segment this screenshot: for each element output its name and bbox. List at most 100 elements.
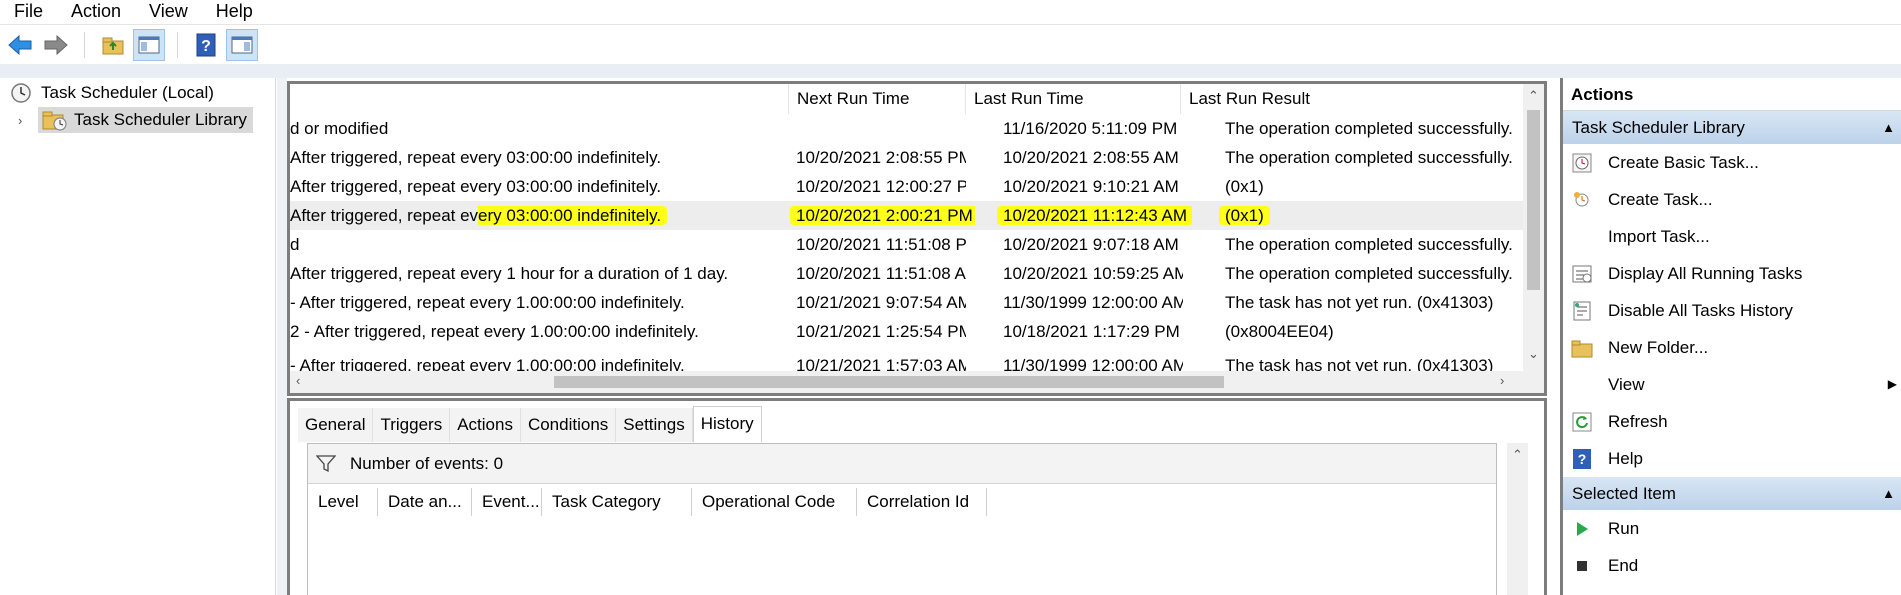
result-cell: (0x1) — [1225, 177, 1264, 196]
forward-arrow-icon — [44, 34, 68, 56]
column-header-event[interactable]: Event... — [472, 488, 542, 516]
tree-node-library[interactable]: › Task Scheduler Library — [18, 107, 253, 133]
run-icon — [1571, 518, 1593, 540]
menu-view[interactable]: View — [135, 0, 202, 25]
collapse-icon[interactable]: ▲ — [1882, 111, 1895, 144]
history-panel: Number of events: 0 Level Date an... Eve… — [307, 443, 1497, 595]
column-header-last-run[interactable]: Last Run Time — [965, 84, 1180, 114]
details-vertical-scrollbar[interactable]: ⌃ — [1507, 443, 1528, 595]
toolbar-band — [0, 64, 1901, 78]
task-row[interactable]: After triggered, repeat every 1 hour for… — [290, 259, 1523, 288]
scroll-down-icon[interactable]: ⌄ — [1528, 346, 1539, 362]
column-header-operational-code[interactable]: Operational Code — [692, 488, 857, 516]
history-icon — [1571, 300, 1593, 322]
action-display-running-tasks[interactable]: Display All Running Tasks — [1563, 255, 1901, 292]
last-run-cell: 11/30/1999 12:00:00 AM — [1003, 356, 1183, 371]
action-run[interactable]: Run — [1563, 510, 1901, 547]
column-header-date[interactable]: Date an... — [378, 488, 472, 516]
chevron-right-icon[interactable]: › — [18, 113, 38, 128]
vertical-scrollbar[interactable]: ⌃ ⌄ — [1523, 84, 1544, 371]
task-row[interactable]: After triggered, repeat every 03:00:00 i… — [290, 143, 1523, 172]
tree-root-label: Task Scheduler (Local) — [41, 83, 214, 102]
column-header-level[interactable]: Level — [308, 488, 378, 516]
trigger-cell: - After triggered, repeat every 1.00:00:… — [290, 356, 685, 371]
actions-group-selected-item[interactable]: Selected Item ▲ — [1563, 477, 1901, 510]
pane-splitter[interactable] — [277, 78, 287, 595]
action-create-task[interactable]: Create Task... — [1563, 181, 1901, 218]
action-label: View — [1608, 374, 1645, 394]
task-list-header: Next Run Time Last Run Time Last Run Res… — [290, 84, 1523, 114]
svg-text:?: ? — [1578, 451, 1587, 467]
tab-general[interactable]: General — [298, 408, 374, 442]
task-row-partial[interactable]: - After triggered, repeat every 1.00:00:… — [290, 346, 1523, 371]
last-run-cell: 11/16/2020 5:11:09 PM — [1003, 119, 1178, 138]
tab-settings[interactable]: Settings — [616, 408, 693, 442]
trigger-cell: After triggered, repeat every 03:00:00 i… — [290, 201, 785, 230]
back-button[interactable] — [4, 29, 36, 61]
details-tabs: General Triggers Actions Conditions Sett… — [298, 406, 762, 442]
horizontal-scroll-thumb[interactable] — [554, 376, 1224, 388]
menu-help[interactable]: Help — [202, 0, 267, 25]
show-hide-action-pane-icon — [231, 36, 253, 54]
column-header-triggers[interactable] — [290, 84, 788, 114]
show-hide-action-pane-button[interactable] — [226, 29, 258, 61]
trigger-cell: - After triggered, repeat every 1.00:00:… — [290, 293, 685, 312]
up-one-level-button[interactable] — [97, 29, 129, 61]
refresh-icon — [1571, 411, 1593, 433]
column-header-task-category[interactable]: Task Category — [542, 488, 692, 516]
action-view[interactable]: View ▶ — [1563, 366, 1901, 403]
last-run-cell: 10/20/2021 10:59:25 AM — [1003, 264, 1183, 283]
forward-button[interactable] — [40, 29, 72, 61]
tab-actions[interactable]: Actions — [450, 408, 521, 442]
tab-history[interactable]: History — [692, 406, 762, 442]
result-cell: (0x1) — [1219, 201, 1523, 230]
help-icon: ? — [196, 33, 216, 57]
action-end[interactable]: End — [1563, 547, 1901, 584]
action-new-folder[interactable]: New Folder... — [1563, 329, 1901, 366]
toolbar: ? — [0, 26, 1901, 64]
show-hide-console-tree-button[interactable] — [133, 29, 165, 61]
action-label: Display All Running Tasks — [1608, 263, 1803, 283]
scroll-up-icon[interactable]: ⌃ — [1512, 447, 1523, 463]
menu-file[interactable]: File — [0, 0, 57, 25]
task-row[interactable]: d 10/20/2021 11:51:08 PM 10/20/2021 9:07… — [290, 230, 1523, 259]
result-cell: (0x8004EE04) — [1225, 322, 1334, 341]
tab-conditions[interactable]: Conditions — [520, 408, 617, 442]
tree-node-root[interactable]: Task Scheduler (Local) — [10, 80, 214, 106]
result-cell: The operation completed successfully. — [1225, 148, 1513, 167]
actions-group-library[interactable]: Task Scheduler Library ▲ — [1563, 111, 1901, 144]
column-header-next-run[interactable]: Next Run Time — [788, 84, 965, 114]
trigger-cell: After triggered, repeat every 1 hour for… — [290, 264, 729, 283]
scroll-up-icon[interactable]: ⌃ — [1528, 88, 1539, 104]
show-hide-console-tree-icon — [138, 36, 160, 54]
action-help[interactable]: ? Help — [1563, 440, 1901, 477]
action-refresh[interactable]: Refresh — [1563, 403, 1901, 440]
next-run-cell — [796, 114, 966, 143]
result-cell: The task has not yet run. (0x41303) — [1225, 356, 1494, 371]
scroll-left-icon[interactable]: ‹ — [296, 373, 300, 388]
filter-icon[interactable] — [316, 454, 336, 473]
collapse-icon[interactable]: ▲ — [1882, 477, 1895, 510]
folder-up-icon — [102, 37, 124, 55]
highlighted-next-run: 10/20/2021 2:00:21 PM — [790, 206, 975, 225]
action-import-task[interactable]: Import Task... — [1563, 218, 1901, 255]
action-create-basic-task[interactable]: Create Basic Task... — [1563, 144, 1901, 181]
help-button[interactable]: ? — [190, 29, 222, 61]
trigger-cell: d — [290, 235, 300, 254]
trigger-cell: After triggered, repeat every 03:00:00 i… — [290, 148, 662, 167]
column-header-correlation-id[interactable]: Correlation Id — [857, 488, 987, 516]
vertical-scroll-thumb[interactable] — [1527, 110, 1540, 290]
task-row-selected[interactable]: After triggered, repeat every 03:00:00 i… — [290, 201, 1523, 230]
task-row[interactable]: - After triggered, repeat every 1.00:00:… — [290, 288, 1523, 317]
scroll-right-icon[interactable]: › — [1500, 373, 1504, 388]
last-run-cell: 10/20/2021 9:07:18 AM — [1003, 235, 1179, 254]
task-row[interactable]: d or modified 11/16/2020 5:11:09 PM The … — [290, 114, 1523, 143]
task-row[interactable]: After triggered, repeat every 03:00:00 i… — [290, 172, 1523, 201]
horizontal-scrollbar[interactable]: ‹ › — [290, 371, 1544, 393]
menu-action[interactable]: Action — [57, 0, 135, 25]
tab-triggers[interactable]: Triggers — [373, 408, 451, 442]
column-header-last-result[interactable]: Last Run Result — [1180, 84, 1523, 114]
task-row[interactable]: 2 - After triggered, repeat every 1.00:0… — [290, 317, 1523, 346]
view-icon — [1571, 374, 1593, 396]
action-disable-history[interactable]: Disable All Tasks History — [1563, 292, 1901, 329]
